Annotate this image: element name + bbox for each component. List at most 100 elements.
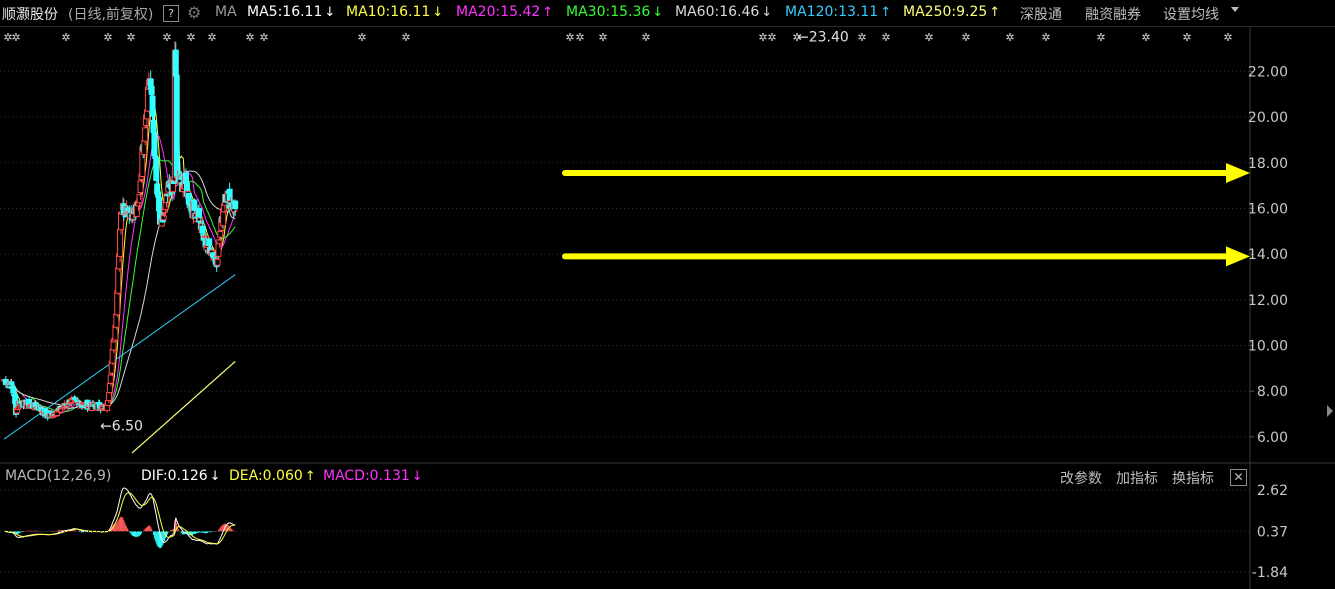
macd-legend-item: DIF:0.126 ↓ (141, 468, 221, 484)
y-tick-label: 10.00 (1248, 339, 1288, 355)
candlesticks (1, 41, 239, 421)
event-star-icon: ✲ (207, 31, 216, 44)
candle-down (164, 194, 171, 197)
y-tick-label: 0.37 (1257, 524, 1288, 540)
candle-down (9, 385, 16, 388)
candle-down (206, 238, 213, 246)
event-star-icon: ✲ (1223, 31, 1232, 44)
add-indicator-button[interactable]: 加指标 (1116, 468, 1158, 488)
event-star-icon: ✲ (565, 31, 574, 44)
expand-handle-icon[interactable] (1327, 405, 1333, 417)
ma-legend-item: MA5:16.11 ↓ (247, 4, 336, 20)
candle-up (117, 228, 124, 257)
candle-up (136, 194, 143, 204)
y-tick-label: 12.00 (1248, 293, 1288, 309)
price-annotations: ←23.40 ←6.50 ✲✲ ✲ ✲ ✲ ✲ ✲ ✲ ✲ ✲ ✲ ✲ ✲ ✲ ✲ ✲ ✲ ✲ ✲ ✲ ✲ ✲ ✲ ✲ ✲ ✲ ✲ ✲ ✲ (3, 29, 1232, 434)
switch-indicator-button[interactable]: 换指标 (1172, 468, 1214, 488)
candle-down (232, 200, 239, 210)
event-star-icon: ✲ (1182, 31, 1191, 44)
candle-up (104, 400, 111, 406)
event-star-icon: ✲ (162, 31, 171, 44)
macd-legend-item: DEA:0.060 ↑ (229, 468, 316, 484)
candle-up (109, 348, 116, 364)
gear-icon[interactable]: ⚙ (187, 3, 201, 22)
candle-up (215, 241, 222, 257)
event-star-icon: ✲ (126, 31, 135, 44)
stock-name: 顺灏股份 (2, 7, 58, 23)
grid-lines (0, 26, 1335, 589)
change-params-button[interactable]: 改参数 (1060, 468, 1102, 488)
event-star-icon: ✲ (245, 31, 254, 44)
trend-arrow-icon: ↑ (304, 469, 316, 484)
support-resistance-arrows (562, 163, 1250, 267)
ma-line (131, 361, 236, 454)
candle-down (148, 85, 155, 95)
event-star-icon: ✲ (1005, 31, 1014, 44)
event-star-icon: ✲ (758, 31, 767, 44)
candle-down (156, 197, 163, 212)
candle-up (142, 127, 149, 142)
y-tick-label: 16.00 (1248, 201, 1288, 217)
macd-title: MACD(12,26,9) (5, 468, 112, 484)
trend-arrow-icon: ↑ (542, 5, 554, 20)
marker-arrowhead (1226, 163, 1250, 184)
candle-up (106, 382, 113, 394)
candle-down (10, 387, 17, 394)
event-star-icon: ✲ (641, 31, 650, 44)
candle-up (114, 290, 121, 316)
trend-arrow-icon: ↓ (432, 5, 444, 20)
y-tick-label: 22.00 (1248, 64, 1288, 80)
close-icon[interactable]: ✕ (1230, 469, 1247, 486)
candle-up (107, 374, 114, 384)
candle-down (182, 172, 189, 184)
help-button[interactable]: ? (163, 5, 179, 22)
chevron-down-icon[interactable] (1231, 7, 1239, 12)
candle-down (8, 381, 15, 386)
event-star-icon: ✲ (575, 31, 584, 44)
ma-legend-item: MA120:13.11 ↑ (785, 4, 892, 20)
trend-arrow-icon: ↓ (761, 5, 773, 20)
chart-canvas[interactable]: ←23.40←6.50✲✲ ✲ ✲ ✲ ✲ ✲ ✲ ✲ ✲ ✲ ✲ ✲ ✲ ✲ ✲ ✲ ✲ ✲ ✲ ✲ ✲ ✲ ✲ ✲ ✲ ✲ ✲ ✲… (0, 0, 1335, 589)
candle-up (113, 313, 120, 328)
trend-arrow-icon: ↑ (989, 5, 1001, 20)
candle-up (137, 180, 144, 194)
candle-up (216, 239, 223, 245)
ma-legend-item: MA60:16.46 ↓ (675, 4, 773, 20)
event-star-icon: ✲ (961, 31, 970, 44)
event-star-icon: ✲ (61, 31, 70, 44)
event-markers: ✲✲ ✲ ✲ ✲ ✲ ✲ ✲ ✲ ✲ ✲ ✲ ✲ ✲ ✲ ✲ ✲ ✲ ✲ ✲ ✲ ✲ ✲ ✲ ✲ ✲ ✲ ✲ ✲ (3, 31, 1232, 44)
y-tick-label: 14.00 (1248, 247, 1288, 263)
candle-down (153, 157, 160, 181)
menu-margin-trading[interactable]: 融资融券 (1085, 4, 1141, 24)
event-star-icon: ✲ (598, 31, 607, 44)
menu-ma-settings[interactable]: 设置均线 (1163, 4, 1219, 24)
trend-arrow-icon: ↓ (209, 469, 221, 484)
event-star-icon: ✲ (11, 31, 20, 44)
candle-down (173, 74, 180, 178)
trend-arrow-icon: ↓ (411, 469, 423, 484)
dif-line (4, 487, 236, 545)
event-star-icon: ✲ (881, 31, 890, 44)
trend-arrow-icon: ↓ (324, 5, 336, 20)
y-tick-label: 20.00 (1248, 110, 1288, 126)
ma-legend-item: MA250:9.25 ↑ (903, 4, 1001, 20)
event-star-icon: ✲ (857, 31, 866, 44)
price-annotation: ←6.50 (100, 418, 143, 434)
event-star-icon: ✲ (767, 31, 776, 44)
period-label: (日线,前复权) (68, 7, 154, 23)
macd-legend-item: MACD:0.131 ↓ (323, 468, 423, 484)
candle-down (150, 119, 157, 133)
candle-up (217, 230, 224, 238)
candle-down (172, 49, 179, 77)
y-tick-label: 8.00 (1257, 384, 1288, 400)
ma-legend-item: MA30:15.36 ↓ (566, 4, 664, 20)
event-star-icon: ✲ (401, 31, 410, 44)
event-star-icon: ✲ (792, 31, 801, 44)
candle-up (105, 392, 112, 402)
price-axis: 22.00 20.00 18.00 16.00 14.00 12.00 10.00 8.00 6… (1248, 64, 1288, 445)
ma-legend-item: MA10:16.11 ↓ (346, 4, 444, 20)
ma-label: MA (215, 4, 237, 20)
event-star-icon: ✲ (1141, 31, 1150, 44)
menu-shenguotong[interactable]: 深股通 (1020, 4, 1062, 24)
candle-up (115, 267, 122, 294)
